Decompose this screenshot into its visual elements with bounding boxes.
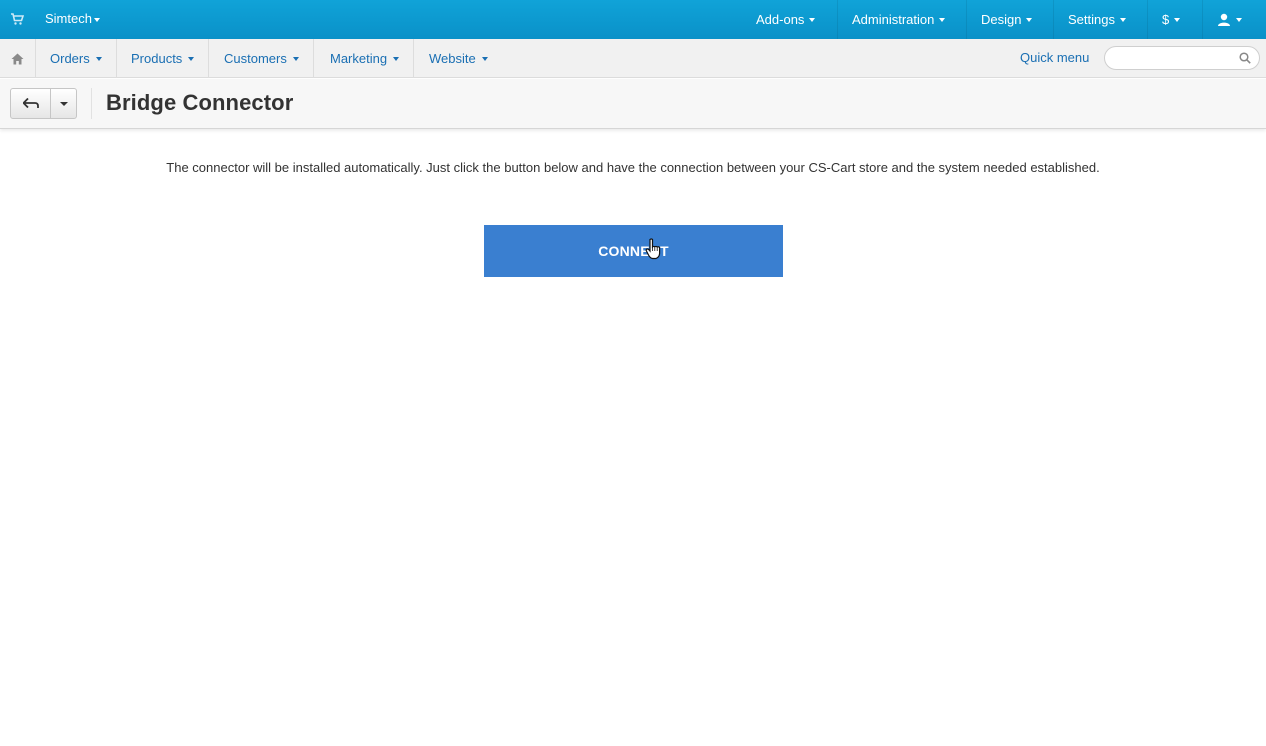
chevron-down-icon	[393, 56, 400, 61]
back-arrow-icon	[22, 98, 39, 109]
back-button-group	[10, 88, 77, 119]
nav-website-label: Website	[429, 51, 476, 66]
chevron-down-icon	[95, 56, 102, 61]
nav-website[interactable]: Website	[415, 39, 502, 78]
menu-administration[interactable]: Administration	[837, 0, 959, 39]
chevron-down-icon	[188, 56, 195, 61]
nav-customers-label: Customers	[224, 51, 287, 66]
home-icon	[11, 53, 24, 64]
home-button[interactable]	[0, 39, 36, 78]
menu-settings[interactable]: Settings	[1053, 0, 1140, 39]
store-name: Simtech	[45, 11, 92, 26]
nav-customers[interactable]: Customers	[210, 39, 314, 78]
menu-settings-label: Settings	[1068, 12, 1115, 27]
caret-down-icon	[59, 101, 68, 106]
search-field[interactable]	[1104, 46, 1260, 70]
menu-addons-label: Add-ons	[756, 12, 805, 27]
chevron-down-icon	[292, 56, 299, 61]
intro-text: The connector will be installed automati…	[166, 160, 1100, 175]
hand-cursor-icon	[645, 238, 661, 260]
menu-user[interactable]	[1202, 0, 1256, 39]
menu-administration-label: Administration	[852, 12, 935, 27]
store-switcher[interactable]: Simtech	[45, 11, 100, 26]
user-icon	[1218, 13, 1230, 26]
search-icon[interactable]	[1239, 52, 1251, 64]
chevron-down-icon	[1119, 17, 1126, 22]
nav-products[interactable]: Products	[117, 39, 210, 78]
chevron-down-icon	[1174, 17, 1181, 22]
quick-menu-link[interactable]: Quick menu	[1020, 50, 1089, 65]
chevron-down-icon	[481, 56, 488, 61]
menu-design-label: Design	[981, 12, 1022, 27]
title-divider	[91, 88, 92, 119]
menu-addons[interactable]: Add-ons	[742, 0, 829, 39]
top-bar: Simtech Add-ons Administration Design Se…	[0, 0, 1266, 39]
chevron-down-icon	[809, 17, 816, 22]
nav-marketing[interactable]: Marketing	[316, 39, 415, 78]
chevron-down-icon	[93, 17, 100, 22]
back-dropdown-button[interactable]	[51, 89, 76, 118]
nav-orders-label: Orders	[50, 51, 90, 66]
cart-icon[interactable]	[10, 12, 24, 26]
title-bar: Bridge Connector	[0, 79, 1266, 129]
nav-orders[interactable]: Orders	[36, 39, 117, 78]
menu-currency-label: $	[1162, 12, 1170, 27]
chevron-down-icon	[939, 17, 946, 22]
chevron-down-icon	[1236, 17, 1242, 22]
chevron-down-icon	[1026, 17, 1033, 22]
page-title: Bridge Connector	[106, 90, 294, 115]
search-input[interactable]	[1115, 47, 1235, 69]
nav-products-label: Products	[131, 51, 183, 66]
nav-marketing-label: Marketing	[330, 51, 388, 66]
connect-button[interactable]: CONNECT	[484, 225, 783, 277]
back-button[interactable]	[11, 89, 51, 118]
menu-design[interactable]: Design	[966, 0, 1046, 39]
main-nav: Orders Products Customers Marketing Webs…	[0, 39, 1266, 78]
menu-currency[interactable]: $	[1147, 0, 1194, 39]
